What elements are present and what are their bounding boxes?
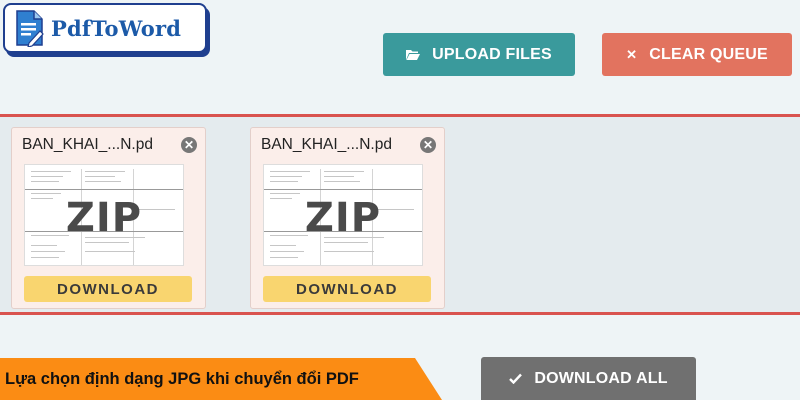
download-all-button[interactable]: DOWNLOAD ALL [481,357,696,400]
download-button[interactable]: DOWNLOAD [263,276,431,302]
file-card: BAN_KHAI_...N.pd ✕ ZIP DOWNLOAD [250,127,445,309]
download-all-label: DOWNLOAD ALL [534,369,668,387]
caption-text: Lựa chọn định dạng JPG khi chuyển đổi PD… [5,369,359,388]
download-button[interactable]: DOWNLOAD [24,276,192,302]
file-thumbnail: ZIP [263,164,423,266]
upload-queue: BAN_KHAI_...N.pd ✕ ZIP DOWNLOAD BAN_KHAI… [0,114,800,315]
zip-label: ZIP [65,195,143,241]
pdftoword-logo[interactable]: PdfToWord [3,3,207,53]
checkmark-icon [509,373,523,384]
file-name: BAN_KHAI_...N.pd [261,136,392,153]
upload-files-button[interactable]: UPLOAD FILES [383,33,575,76]
file-thumbnail: ZIP [24,164,184,266]
file-card: BAN_KHAI_...N.pd ✕ ZIP DOWNLOAD [11,127,206,309]
file-name: BAN_KHAI_...N.pd [22,136,153,153]
clear-queue-button[interactable]: ✕ CLEAR QUEUE [602,33,792,76]
folder-open-icon [406,49,421,61]
close-icon: ✕ [626,46,638,62]
document-pen-icon [15,9,45,48]
zip-label: ZIP [304,195,382,241]
clear-queue-label: CLEAR QUEUE [649,45,768,63]
upload-files-label: UPLOAD FILES [432,45,552,63]
remove-file-icon[interactable]: ✕ [420,137,436,153]
logo-text: PdfToWord [51,15,182,41]
caption-banner: Lựa chọn định dạng JPG khi chuyển đổi PD… [0,358,442,400]
remove-file-icon[interactable]: ✕ [181,137,197,153]
